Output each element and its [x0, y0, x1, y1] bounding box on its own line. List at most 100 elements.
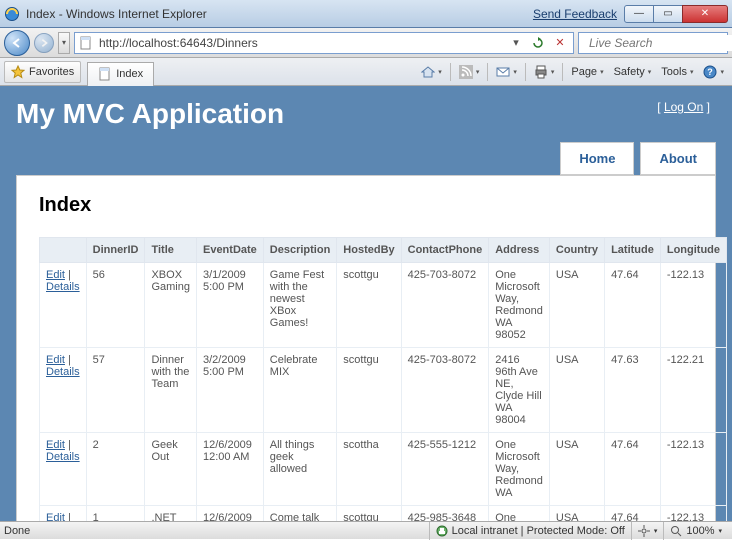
tools-menu[interactable]: Tools▾ [657, 61, 697, 83]
cell-phone: 425-985-3648 [401, 506, 489, 522]
help-button[interactable]: ?▾ [699, 61, 728, 83]
back-button[interactable] [4, 30, 30, 56]
col-desc: Description [263, 238, 337, 263]
nav-bar: ▾ ▾ ✕ [0, 28, 732, 58]
separator [487, 63, 488, 81]
print-button[interactable]: ▾ [530, 61, 559, 83]
close-button[interactable]: ✕ [682, 5, 728, 23]
cell-desc: Come talk about cool things coming with … [263, 506, 337, 522]
send-feedback-link[interactable]: Send Feedback [533, 7, 617, 21]
security-zone[interactable]: Local intranet | Protected Mode: Off [429, 522, 631, 540]
cell-host: scottgu [337, 263, 401, 348]
col-date: EventDate [196, 238, 263, 263]
edit-link[interactable]: Edit [46, 269, 65, 281]
col-title: Title [145, 238, 197, 263]
dinners-table: DinnerID Title EventDate Description Hos… [39, 237, 727, 521]
minimize-button[interactable]: — [624, 5, 654, 23]
cell-host: scottgu [337, 348, 401, 433]
print-icon [534, 65, 548, 79]
window-title: Index - Windows Internet Explorer [26, 7, 533, 21]
cell-id: 2 [86, 433, 145, 506]
stop-button[interactable]: ✕ [551, 36, 569, 49]
cell-addr: 2416 96th Ave NE, Clyde Hill WA 98004 [489, 348, 550, 433]
table-row: Edit | Details2Geek Out12/6/2009 12:00 A… [40, 433, 727, 506]
nav-about[interactable]: About [640, 142, 716, 175]
page-icon [79, 36, 93, 50]
col-host: HostedBy [337, 238, 401, 263]
cell-id: 57 [86, 348, 145, 433]
edit-link[interactable]: Edit [46, 439, 65, 451]
tab-title: Index [116, 68, 143, 80]
browser-tab[interactable]: Index [87, 62, 154, 86]
logon-area: [ Log On ] [657, 98, 710, 114]
command-bar: Favorites Index ▾ ▾ ▾ ▾ Page▾ Safety▾ To… [0, 58, 732, 86]
search-input[interactable] [587, 35, 732, 51]
titlebar: Index - Windows Internet Explorer Send F… [0, 0, 732, 28]
cell-lon: -122.13 [660, 433, 726, 506]
svg-text:?: ? [708, 67, 714, 77]
search-box [578, 32, 728, 54]
zoom-control[interactable]: 100% ▾ [663, 522, 728, 540]
edit-link[interactable]: Edit [46, 354, 65, 366]
details-link[interactable]: Details [46, 451, 80, 463]
cell-lat: 47.63 [605, 348, 661, 433]
safety-menu[interactable]: Safety▾ [610, 61, 656, 83]
zone-icon [436, 525, 448, 537]
cell-lon: -122.13 [660, 263, 726, 348]
page-menu[interactable]: Page▾ [567, 61, 607, 83]
help-icon: ? [703, 65, 717, 79]
edit-link[interactable]: Edit [46, 512, 65, 521]
ie-icon [4, 6, 20, 22]
details-link[interactable]: Details [46, 366, 80, 378]
app-title: My MVC Application [16, 98, 657, 130]
details-link[interactable]: Details [46, 281, 80, 293]
cell-date: 3/1/2009 5:00 PM [196, 263, 263, 348]
maximize-button[interactable]: ▭ [653, 5, 683, 23]
col-lat: Latitude [605, 238, 661, 263]
history-dropdown[interactable]: ▾ [58, 32, 70, 54]
separator [450, 63, 451, 81]
tab-page-icon [98, 67, 112, 81]
address-input[interactable] [97, 35, 503, 51]
cell-addr: One Microsoft Way, Redmond WA [489, 433, 550, 506]
cell-phone: 425-703-8072 [401, 348, 489, 433]
cell-addr: One Microsoft Way, Redmond WA 98052 [489, 263, 550, 348]
cell-title: .NET Futures [145, 506, 197, 522]
page-content: Index DinnerID Title EventDate Descripti… [16, 175, 716, 521]
page-label: Page [571, 66, 597, 78]
cell-lon: -122.13 [660, 506, 726, 522]
separator [525, 63, 526, 81]
page-body: My MVC Application [ Log On ] Home About… [0, 86, 732, 521]
cell-desc: Game Fest with the newest XBox Games! [263, 263, 337, 348]
home-button[interactable]: ▾ [417, 61, 446, 83]
cell-lat: 47.64 [605, 433, 661, 506]
nav-tabs: Home About [16, 136, 716, 175]
window-buttons: — ▭ ✕ [625, 5, 728, 23]
mail-button[interactable]: ▾ [492, 61, 521, 83]
col-actions [40, 238, 87, 263]
gear-status[interactable]: ▾ [631, 522, 664, 540]
gear-icon [638, 525, 650, 537]
logon-link[interactable]: Log On [664, 100, 703, 114]
refresh-button[interactable] [529, 37, 547, 49]
cell-host: scottgu [337, 506, 401, 522]
home-icon [421, 65, 435, 79]
cell-country: USA [549, 506, 604, 522]
cell-phone: 425-703-8072 [401, 263, 489, 348]
favorites-button[interactable]: Favorites [4, 61, 81, 83]
forward-button[interactable] [34, 33, 54, 53]
col-addr: Address [489, 238, 550, 263]
col-id: DinnerID [86, 238, 145, 263]
zoom-label: 100% [686, 525, 714, 537]
cell-desc: All things geek allowed [263, 433, 337, 506]
address-dropdown[interactable]: ▾ [507, 36, 525, 49]
cell-title: Geek Out [145, 433, 197, 506]
table-row: Edit | Details57Dinner with the Team3/2/… [40, 348, 727, 433]
nav-home[interactable]: Home [560, 142, 634, 175]
col-country: Country [549, 238, 604, 263]
table-header-row: DinnerID Title EventDate Description Hos… [40, 238, 727, 263]
feeds-button[interactable]: ▾ [455, 61, 484, 83]
zone-label: Local intranet | Protected Mode: Off [452, 525, 625, 537]
cell-host: scottha [337, 433, 401, 506]
browser-viewport[interactable]: My MVC Application [ Log On ] Home About… [0, 86, 732, 521]
